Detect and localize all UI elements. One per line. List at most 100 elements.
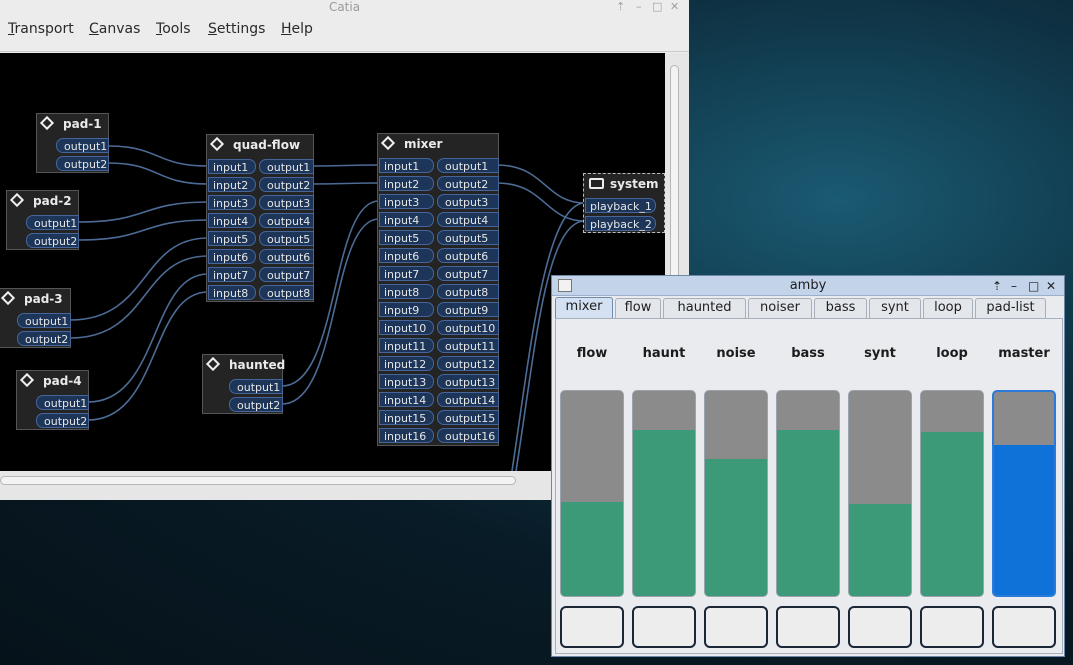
fader-master[interactable] (992, 390, 1056, 597)
channel-button-loop[interactable] (920, 606, 984, 648)
port-pad-3-output2[interactable]: output2 (17, 331, 71, 346)
port-haunted-output1[interactable]: output1 (229, 379, 283, 394)
tab-bass[interactable]: bass (814, 298, 867, 318)
minimize-icon[interactable]: – (636, 0, 642, 13)
port-quad-flow-output8[interactable]: output8 (259, 285, 314, 300)
fader-flow[interactable] (560, 390, 624, 597)
box-quad-flow[interactable]: quad-flow input1 output1 input2 output2 inpu… (206, 134, 314, 302)
box-mixer[interactable]: mixer input1 output1 input2 output2 input3 ou… (377, 133, 499, 446)
port-mixer-input1[interactable]: input1 (379, 158, 434, 173)
tab-mixer[interactable]: mixer (555, 297, 613, 318)
port-mixer-input10[interactable]: input10 (379, 320, 434, 335)
port-quad-flow-output6[interactable]: output6 (259, 249, 314, 264)
box-pad-2[interactable]: pad-2 output1 output2 (6, 190, 79, 250)
port-mixer-output2[interactable]: output2 (437, 176, 499, 191)
port-mixer-input5[interactable]: input5 (379, 230, 434, 245)
port-mixer-input7[interactable]: input7 (379, 266, 434, 281)
channel-button-bass[interactable] (776, 606, 840, 648)
box-haunted[interactable]: haunted output1 output2 (202, 354, 285, 414)
menu-tools[interactable]: Tools (156, 21, 191, 37)
tab-loop[interactable]: loop (923, 298, 973, 318)
port-mixer-output13[interactable]: output13 (437, 374, 499, 389)
port-quad-flow-output1[interactable]: output1 (259, 159, 314, 174)
port-mixer-output4[interactable]: output4 (437, 212, 499, 227)
port-quad-flow-input5[interactable]: input5 (208, 231, 256, 246)
close-icon[interactable]: ✕ (670, 0, 679, 13)
channel-button-master[interactable] (992, 606, 1056, 648)
port-system-playback-1[interactable]: playback_1 (585, 198, 656, 213)
channel-button-haunt[interactable] (632, 606, 696, 648)
port-haunted-output2[interactable]: output2 (229, 397, 283, 412)
port-pad-4-output1[interactable]: output1 (36, 395, 89, 410)
port-pad-2-output2[interactable]: output2 (26, 233, 79, 248)
menu-help[interactable]: Help (281, 21, 313, 37)
port-mixer-output9[interactable]: output9 (437, 302, 499, 317)
port-system-playback-2[interactable]: playback_2 (585, 216, 656, 231)
port-mixer-output15[interactable]: output15 (437, 410, 499, 425)
port-mixer-output10[interactable]: output10 (437, 320, 499, 335)
keep-above-icon[interactable]: ⇡ (992, 277, 1002, 295)
port-mixer-input15[interactable]: input15 (379, 410, 434, 425)
channel-button-synt[interactable] (848, 606, 912, 648)
port-quad-flow-input4[interactable]: input4 (208, 213, 256, 228)
menu-transport[interactable]: Transport (8, 21, 74, 37)
tab-flow[interactable]: flow (615, 298, 661, 318)
menu-settings[interactable]: Settings (208, 21, 265, 37)
port-mixer-input11[interactable]: input11 (379, 338, 434, 353)
port-mixer-output11[interactable]: output11 (437, 338, 499, 353)
minimize-icon[interactable]: – (1011, 277, 1017, 295)
tab-pad-list[interactable]: pad-list (975, 298, 1046, 318)
port-quad-flow-input1[interactable]: input1 (208, 159, 256, 174)
port-mixer-input4[interactable]: input4 (379, 212, 434, 227)
port-quad-flow-input3[interactable]: input3 (208, 195, 256, 210)
port-mixer-output16[interactable]: output16 (437, 428, 499, 443)
channel-button-noise[interactable] (704, 606, 768, 648)
port-mixer-input8[interactable]: input8 (379, 284, 434, 299)
port-quad-flow-input7[interactable]: input7 (208, 267, 256, 282)
fader-loop[interactable] (920, 390, 984, 597)
port-quad-flow-input8[interactable]: input8 (208, 285, 256, 300)
tab-synt[interactable]: synt (869, 298, 921, 318)
port-mixer-output12[interactable]: output12 (437, 356, 499, 371)
port-mixer-output14[interactable]: output14 (437, 392, 499, 407)
port-mixer-input12[interactable]: input12 (379, 356, 434, 371)
channel-button-flow[interactable] (560, 606, 624, 648)
port-mixer-output6[interactable]: output6 (437, 248, 499, 263)
port-mixer-input9[interactable]: input9 (379, 302, 434, 317)
port-mixer-output5[interactable]: output5 (437, 230, 499, 245)
maximize-icon[interactable]: □ (652, 0, 662, 13)
port-mixer-input16[interactable]: input16 (379, 428, 434, 443)
port-quad-flow-input2[interactable]: input2 (208, 177, 256, 192)
menu-canvas[interactable]: Canvas (89, 21, 140, 37)
keep-above-icon[interactable]: ⇡ (616, 0, 625, 13)
port-pad-3-output1[interactable]: output1 (17, 313, 71, 328)
port-mixer-input13[interactable]: input13 (379, 374, 434, 389)
port-quad-flow-output4[interactable]: output4 (259, 213, 314, 228)
port-mixer-output8[interactable]: output8 (437, 284, 499, 299)
box-pad-4[interactable]: pad-4 output1 output2 (16, 370, 89, 430)
port-quad-flow-output3[interactable]: output3 (259, 195, 314, 210)
port-mixer-input3[interactable]: input3 (379, 194, 434, 209)
box-pad-1[interactable]: pad-1 output1 output2 (36, 113, 109, 173)
port-quad-flow-output2[interactable]: output2 (259, 177, 314, 192)
close-icon[interactable]: ✕ (1046, 277, 1056, 295)
tab-haunted[interactable]: haunted (663, 298, 746, 318)
port-mixer-input2[interactable]: input2 (379, 176, 434, 191)
port-pad-2-output1[interactable]: output1 (26, 215, 79, 230)
tab-noiser[interactable]: noiser (748, 298, 812, 318)
maximize-icon[interactable]: □ (1028, 277, 1039, 295)
fader-haunt[interactable] (632, 390, 696, 597)
port-mixer-output3[interactable]: output3 (437, 194, 499, 209)
box-pad-3[interactable]: pad-3 output1 output2 (0, 288, 71, 348)
port-mixer-output7[interactable]: output7 (437, 266, 499, 281)
fader-synt[interactable] (848, 390, 912, 597)
port-pad-4-output2[interactable]: output2 (36, 413, 89, 428)
port-pad-1-output1[interactable]: output1 (56, 138, 109, 153)
port-mixer-input6[interactable]: input6 (379, 248, 434, 263)
fader-noise[interactable] (704, 390, 768, 597)
port-pad-1-output2[interactable]: output2 (56, 156, 109, 171)
horizontal-scroll-thumb[interactable] (0, 476, 516, 485)
port-quad-flow-input6[interactable]: input6 (208, 249, 256, 264)
port-mixer-output1[interactable]: output1 (437, 158, 499, 173)
port-quad-flow-output5[interactable]: output5 (259, 231, 314, 246)
